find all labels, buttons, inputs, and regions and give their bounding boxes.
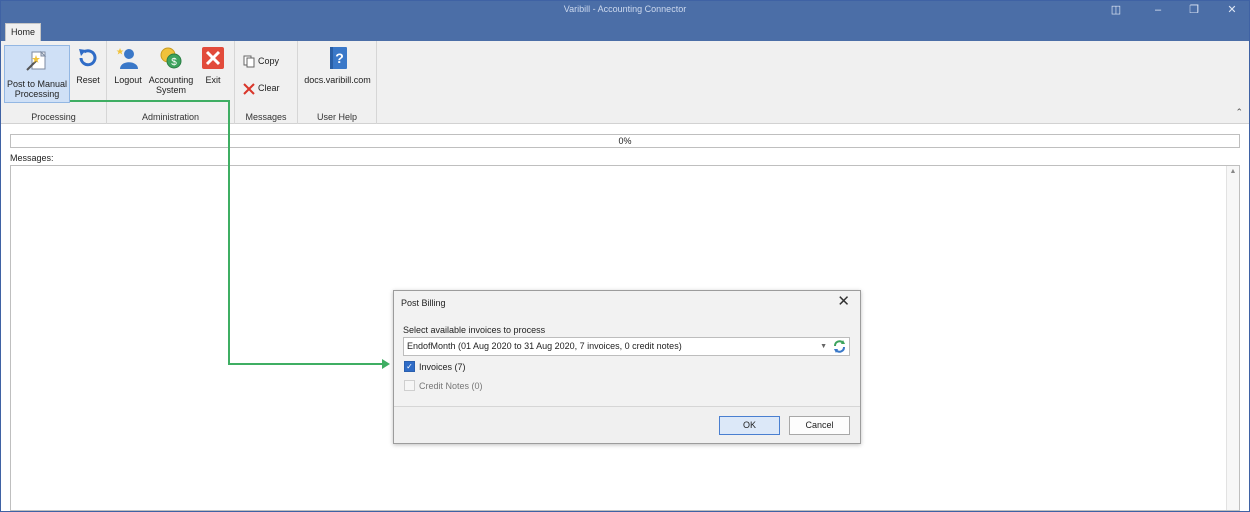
credit-notes-label: Credit Notes (0) [419,381,483,391]
ok-button[interactable]: OK [719,416,780,435]
group-label-processing: Processing [31,112,76,122]
group-label-administration: Administration [141,112,200,122]
svg-text:$: $ [171,57,177,68]
wand-document-icon [26,50,47,71]
group-label-messages: Messages [245,112,287,122]
post-to-manual-processing-label: Post to Manual Processing [6,79,68,99]
copy-button[interactable]: Copy [243,53,279,69]
reset-label: Reset [76,75,100,85]
messages-scrollbar[interactable]: ▲ [1226,166,1239,510]
collapse-ribbon-icon[interactable]: ⌃ [1235,107,1243,118]
invoices-label: Invoices (7) [419,362,466,372]
docs-button[interactable]: ? docs.varibill.com [302,45,373,85]
group-processing: Post to Manual Processing Reset Processi… [1,41,107,124]
post-to-manual-processing-button[interactable]: Post to Manual Processing [4,45,70,103]
reset-button[interactable]: Reset [73,45,103,85]
svg-text:?: ? [335,50,344,66]
cancel-button[interactable]: Cancel [789,416,850,435]
clear-icon [243,82,255,95]
accounting-system-button[interactable]: $ Accounting System [147,45,195,95]
window-title: Varibill - Accounting Connector [563,4,687,14]
invoice-batch-value: EndofMonth (01 Aug 2020 to 31 Aug 2020, … [407,341,682,351]
exit-button[interactable]: Exit [199,45,227,85]
refresh-icon[interactable] [832,339,847,354]
copy-icon [243,55,255,68]
dialog-title: Post Billing [401,298,446,308]
credit-notes-checkbox [404,380,415,392]
docs-label: docs.varibill.com [304,75,371,85]
app-window: Varibill - Accounting Connector ◫ – ❐ ✕ … [0,0,1250,512]
minimize-button[interactable]: – [1149,3,1167,17]
credit-notes-checkbox-row: Credit Notes (0) [404,380,483,392]
logout-label: Logout [114,75,142,85]
pin-icon[interactable]: ◫ [1107,3,1125,17]
user-icon [116,48,138,69]
help-book-icon: ? [329,47,347,69]
ribbon-tab-strip: Home [1,21,1249,41]
post-billing-dialog: Post Billing ✕ Select available invoices… [393,290,861,444]
logout-button[interactable]: Logout [112,45,144,85]
progress-text: 0% [618,136,632,146]
chevron-down-icon[interactable]: ▼ [820,338,827,355]
exit-label: Exit [205,75,221,85]
accounting-coins-icon: $ [160,47,182,69]
invoice-batch-select[interactable]: EndofMonth (01 Aug 2020 to 31 Aug 2020, … [403,337,850,356]
clear-button[interactable]: Clear [243,80,280,96]
title-bar: Varibill - Accounting Connector ◫ – ❐ ✕ [1,1,1249,21]
dialog-prompt: Select available invoices to process [403,325,546,335]
restore-button[interactable]: ❐ [1185,3,1203,17]
scroll-up-icon[interactable]: ▲ [1227,168,1239,175]
tab-home[interactable]: Home [5,23,41,41]
ribbon: Post to Manual Processing Reset Processi… [1,41,1249,124]
group-label-user-help: User Help [316,112,357,122]
progress-bar: 0% [10,134,1240,148]
clear-label: Clear [258,83,280,93]
reset-icon [79,49,97,67]
invoices-checkbox[interactable]: ✓ [404,361,415,373]
dialog-footer: OK Cancel [394,406,860,443]
messages-label: Messages: [10,153,54,163]
group-messages: Copy Clear Messages [235,41,298,124]
copy-label: Copy [258,56,280,66]
invoices-checkbox-row[interactable]: ✓ Invoices (7) [404,361,466,373]
dialog-close-icon[interactable]: ✕ [837,294,850,309]
close-window-button[interactable]: ✕ [1223,3,1241,17]
group-administration: Logout $ Accounting System Exit Administ… [107,41,235,124]
accounting-system-label: Accounting System [148,75,194,95]
exit-icon [202,47,224,69]
group-user-help: ? docs.varibill.com User Help [298,41,377,124]
